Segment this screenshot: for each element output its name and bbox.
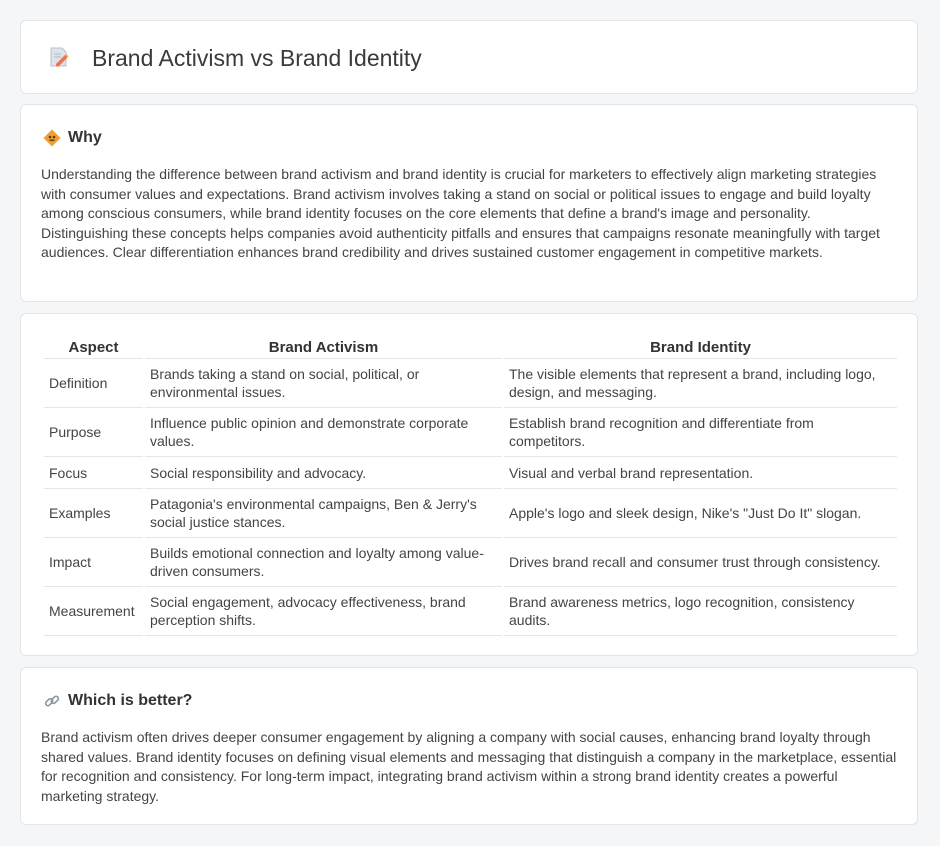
- diamond-sign-icon: [43, 129, 61, 147]
- why-card: Why Understanding the difference between…: [20, 104, 918, 302]
- column-header-brand-activism: Brand Activism: [145, 334, 502, 359]
- column-header-brand-identity: Brand Identity: [504, 334, 897, 359]
- row-aspect: Purpose: [44, 408, 143, 457]
- title-card: Brand Activism vs Brand Identity: [20, 20, 918, 94]
- row-identity: Establish brand recognition and differen…: [504, 408, 897, 457]
- row-aspect: Focus: [44, 457, 143, 489]
- table-header-row: Aspect Brand Activism Brand Identity: [44, 334, 897, 359]
- row-aspect: Measurement: [44, 587, 143, 636]
- row-activism: Brands taking a stand on social, politic…: [145, 359, 502, 408]
- table-row: Examples Patagonia's environmental campa…: [44, 489, 897, 538]
- why-title: Why: [68, 129, 102, 146]
- table-row: Impact Builds emotional connection and l…: [44, 538, 897, 587]
- why-body: Understanding the difference between bra…: [41, 166, 880, 260]
- row-activism: Builds emotional connection and loyalty …: [145, 538, 502, 587]
- document-pencil-icon: [47, 45, 71, 69]
- row-identity: Brand awareness metrics, logo recognitio…: [504, 587, 897, 636]
- row-aspect: Impact: [44, 538, 143, 587]
- row-identity: Visual and verbal brand representation.: [504, 457, 897, 489]
- table-row: Measurement Social engagement, advocacy …: [44, 587, 897, 636]
- comparison-table: Aspect Brand Activism Brand Identity Def…: [42, 334, 899, 636]
- which-is-better-heading: Which is better?: [43, 690, 192, 712]
- row-aspect: Examples: [44, 489, 143, 538]
- table-row: Purpose Influence public opinion and dem…: [44, 408, 897, 457]
- which-is-better-card: Which is better? Brand activism often dr…: [20, 667, 918, 825]
- why-heading: Why: [43, 127, 102, 149]
- row-identity: Apple's logo and sleek design, Nike's "J…: [504, 489, 897, 538]
- row-activism: Social responsibility and advocacy.: [145, 457, 502, 489]
- row-activism: Influence public opinion and demonstrate…: [145, 408, 502, 457]
- which-is-better-title: Which is better?: [68, 692, 193, 709]
- table-row: Definition Brands taking a stand on soci…: [44, 359, 897, 408]
- row-activism: Patagonia's environmental campaigns, Ben…: [145, 489, 502, 538]
- row-identity: Drives brand recall and consumer trust t…: [504, 538, 897, 587]
- table-row: Focus Social responsibility and advocacy…: [44, 457, 897, 489]
- row-aspect: Definition: [44, 359, 143, 408]
- which-is-better-body: Brand activism often drives deeper consu…: [41, 729, 897, 804]
- link-icon: [43, 692, 61, 710]
- column-header-aspect: Aspect: [44, 334, 143, 359]
- row-activism: Social engagement, advocacy effectivenes…: [145, 587, 502, 636]
- row-identity: The visible elements that represent a br…: [504, 359, 897, 408]
- comparison-card: Aspect Brand Activism Brand Identity Def…: [20, 313, 918, 656]
- page-title: Brand Activism vs Brand Identity: [92, 45, 422, 71]
